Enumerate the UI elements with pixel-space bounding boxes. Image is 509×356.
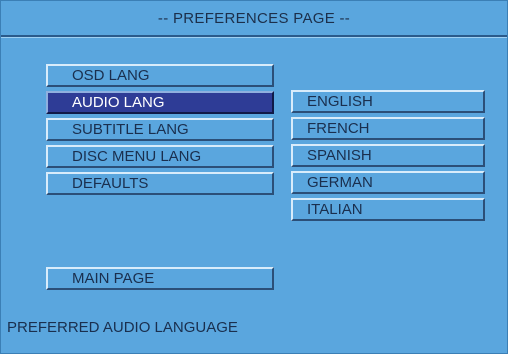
option-german[interactable]: GERMAN (291, 171, 485, 194)
menu-item-osd-lang[interactable]: OSD LANG (46, 64, 274, 87)
header-bar: -- PREFERENCES PAGE -- (1, 1, 507, 37)
page-title: -- PREFERENCES PAGE -- (157, 10, 351, 27)
menu-item-defaults[interactable]: DEFAULTS (46, 172, 274, 195)
option-english[interactable]: ENGLISH (291, 90, 485, 113)
option-spanish[interactable]: SPANISH (291, 144, 485, 167)
preferences-screen: -- PREFERENCES PAGE -- OSD LANG AUDIO LA… (0, 0, 508, 354)
menu-item-disc-menu-lang[interactable]: DISC MENU LANG (46, 145, 274, 168)
option-french[interactable]: FRENCH (291, 117, 485, 140)
menu-item-subtitle-lang[interactable]: SUBTITLE LANG (46, 118, 274, 141)
main-page-button[interactable]: MAIN PAGE (46, 267, 274, 290)
menu-item-audio-lang[interactable]: AUDIO LANG (46, 91, 274, 114)
option-italian[interactable]: ITALIAN (291, 198, 485, 221)
status-text: PREFERRED AUDIO LANGUAGE (7, 319, 238, 336)
